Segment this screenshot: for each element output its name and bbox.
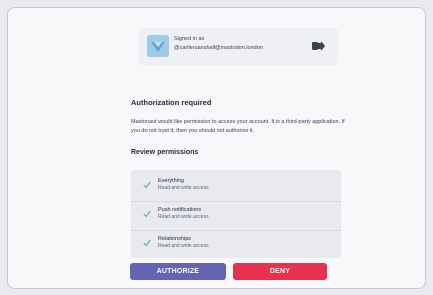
avatar: [147, 35, 169, 57]
deny-button[interactable]: DENY: [233, 263, 327, 280]
authorization-title: Authorization required: [131, 98, 212, 107]
permission-item-relationships: Relationships Read and write access: [131, 230, 341, 256]
account-handle: @carlieruanshall@mastodon.london: [174, 45, 263, 51]
sign-out-icon[interactable]: [310, 38, 326, 54]
check-icon: [143, 181, 151, 189]
signed-in-label: Signed in as: [174, 36, 205, 42]
permission-item-everything: Everything Read and write access: [131, 172, 341, 198]
permission-scope: Read and write access: [158, 214, 209, 220]
authorize-button[interactable]: AUTHORIZE: [130, 263, 226, 280]
permissions-list: Everything Read and write access Push no…: [131, 170, 341, 258]
permission-scope: Read and write access: [158, 185, 209, 191]
permission-name: Push notifications: [158, 207, 202, 213]
oauth-authorize-window: Signed in as @carlieruanshall@mastodon.l…: [7, 7, 426, 289]
signed-in-account-box: Signed in as @carlieruanshall@mastodon.l…: [138, 28, 338, 65]
check-icon: [143, 210, 151, 218]
authorization-description: Mastonaut would like permission to acces…: [131, 119, 345, 134]
permission-name: Relationships: [158, 236, 192, 242]
review-permissions-title: Review permissions: [131, 149, 199, 156]
check-icon: [143, 239, 151, 247]
permission-name: Everything: [158, 178, 184, 184]
permission-item-push-notifications: Push notifications Read and write access: [131, 201, 341, 227]
avatar-image: [147, 35, 169, 57]
permission-scope: Read and write access: [158, 243, 209, 249]
